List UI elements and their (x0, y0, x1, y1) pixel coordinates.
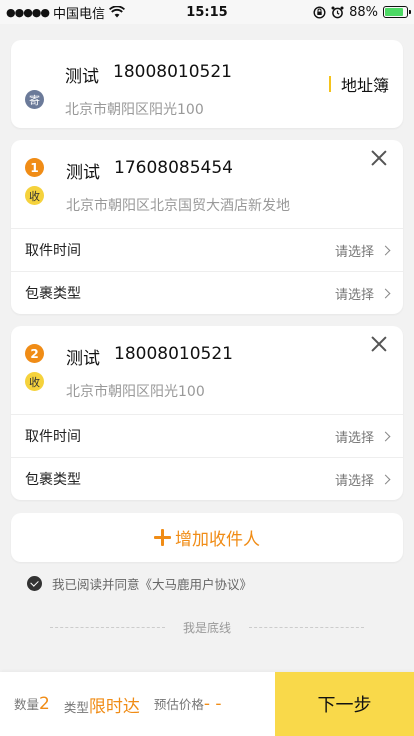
sender-name: 测试 (65, 67, 99, 87)
add-receiver-button[interactable]: 增加收件人 (11, 513, 403, 562)
sender-card[interactable]: 寄 测试 18008010521 北京市朝阳区阳光100 地址簿 (11, 40, 403, 128)
price-summary: 预估价格- - (154, 694, 222, 714)
close-icon[interactable] (369, 334, 389, 354)
check-icon[interactable] (27, 576, 42, 591)
quantity-value: 2 (39, 694, 50, 714)
divider (49, 627, 165, 628)
price-label: 预估价格 (153, 697, 204, 712)
pickup-time-row[interactable]: 取件时间 请选择 (11, 414, 403, 457)
receiver-phone: 18008010521 (114, 344, 233, 364)
receiver-phone: 17608085454 (114, 158, 233, 178)
receiver-name: 测试 (66, 163, 100, 183)
receiver-address: 北京市朝阳区阳光100 (66, 384, 205, 400)
end-of-list: 我是底线 (11, 619, 403, 636)
receiver-badge: 收 (25, 372, 44, 391)
wifi-icon (109, 6, 126, 18)
quantity-summary: 数量2 (14, 694, 50, 714)
next-button[interactable]: 下一步 (275, 672, 414, 736)
receiver-badge: 收 (25, 186, 44, 205)
package-type-label: 包裹类型 (25, 286, 81, 302)
agreement-text[interactable]: 我已阅读并同意《大马鹿用户协议》 (52, 574, 252, 593)
pickup-time-row[interactable]: 取件时间 请选择 (11, 228, 403, 271)
carrier-name: 中国电信 (53, 6, 106, 22)
receiver-number-badge: 1 (25, 158, 44, 177)
chevron-right-icon (380, 431, 391, 441)
package-type-value: 请选择 (334, 287, 374, 303)
battery-percent: 88% (349, 4, 378, 20)
receiver-card: 2 收 测试 18008010521 北京市朝阳区阳光100 取件时间 请选择 … (11, 326, 403, 500)
sender-badge: 寄 (25, 90, 44, 109)
address-book-button[interactable]: 地址簿 (328, 72, 389, 96)
footer-bar: 数量2 类型限时达 预估价格- - 下一步 (0, 672, 414, 736)
chevron-right-icon (380, 245, 391, 255)
add-receiver-label: 增加收件人 (175, 530, 260, 550)
pickup-time-value: 请选择 (334, 430, 374, 446)
quantity-label: 数量 (14, 697, 40, 712)
alarm-icon (331, 6, 344, 18)
type-label: 类型 (63, 699, 89, 715)
plus-icon (154, 529, 171, 546)
chevron-right-icon (380, 474, 391, 484)
type-value: 限时达 (88, 696, 140, 717)
sender-address: 北京市朝阳区阳光100 (65, 102, 204, 118)
package-type-label: 包裹类型 (25, 472, 81, 488)
package-type-row[interactable]: 包裹类型 请选择 (11, 457, 403, 500)
package-type-value: 请选择 (334, 473, 374, 489)
package-type-row[interactable]: 包裹类型 请选择 (11, 271, 403, 314)
divider (249, 627, 364, 628)
status-bar: ●●●●● 中国电信 15:15 88% (0, 0, 414, 24)
price-value: - - (203, 694, 222, 714)
receiver-card: 1 收 测试 17608085454 北京市朝阳区北京国贸大酒店新发地 取件时间… (11, 140, 403, 314)
receiver-address: 北京市朝阳区北京国贸大酒店新发地 (66, 198, 290, 214)
chevron-right-icon (380, 288, 391, 298)
agreement-checkbox[interactable]: 我已阅读并同意《大马鹿用户协议》 (27, 574, 403, 593)
type-summary: 类型限时达 (64, 692, 140, 717)
address-book-label: 地址簿 (340, 76, 389, 95)
signal-icon: ●●●●● (6, 5, 50, 19)
bottom-line-text: 我是底线 (182, 621, 231, 635)
sender-phone: 18008010521 (113, 62, 232, 82)
battery-icon (383, 6, 411, 18)
pickup-time-value: 请选择 (334, 244, 374, 260)
receiver-name: 测试 (66, 349, 100, 369)
rotation-lock-icon (313, 5, 326, 19)
close-icon[interactable] (369, 148, 389, 168)
divider (328, 76, 331, 92)
receiver-number-badge: 2 (25, 344, 44, 363)
pickup-time-label: 取件时间 (25, 243, 81, 259)
pickup-time-label: 取件时间 (25, 429, 81, 445)
